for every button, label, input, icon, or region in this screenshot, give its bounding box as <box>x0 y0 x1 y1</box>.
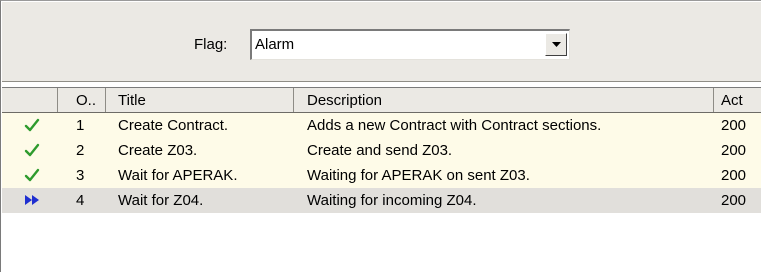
cell-order: 3 <box>76 167 85 184</box>
check-icon <box>24 118 40 132</box>
flag-dropdown[interactable]: Alarm <box>250 29 570 60</box>
fast-forward-icon <box>25 195 39 205</box>
table-row[interactable]: 1 Create Contract. Adds a new Contract wit… <box>2 113 761 138</box>
cell-order: 4 <box>76 192 85 209</box>
chevron-down-icon <box>552 42 561 47</box>
task-window: Flag: Alarm O.. Title Description Act 1 C… <box>0 0 761 274</box>
column-header-act[interactable]: Act <box>714 88 761 112</box>
grid-header: O.. Title Description Act <box>2 88 761 113</box>
cell-title: Create Contract. <box>118 117 229 134</box>
table-row[interactable]: 2 Create Z03. Create and send Z03. 200 <box>2 138 761 163</box>
cell-act: 200 <box>721 192 747 209</box>
table-row[interactable]: 3 Wait for APERAK. Waiting for APERAK on s… <box>2 163 761 188</box>
flag-dropdown-value: Alarm <box>255 36 295 53</box>
column-header-order[interactable]: O.. <box>58 88 106 112</box>
cell-description: Waiting for incoming Z04. <box>307 192 477 209</box>
dropdown-button[interactable] <box>545 33 567 56</box>
cell-order: 1 <box>76 117 85 134</box>
check-icon <box>24 143 40 157</box>
cell-title: Wait for Z04. <box>118 192 204 209</box>
table-row[interactable]: 4 Wait for Z04. Waiting for incoming Z04. 2… <box>2 188 761 213</box>
column-header-description[interactable]: Description <box>294 88 714 112</box>
cell-act: 200 <box>721 142 747 159</box>
cell-title: Wait for APERAK. <box>118 167 238 184</box>
cell-description: Waiting for APERAK on sent Z03. <box>307 167 530 184</box>
column-header-status[interactable] <box>2 88 58 112</box>
cell-description: Adds a new Contract with Contract sectio… <box>307 117 602 134</box>
cell-title: Create Z03. <box>118 142 198 159</box>
check-icon <box>24 168 40 182</box>
cell-act: 200 <box>721 167 747 184</box>
cell-act: 200 <box>721 117 747 134</box>
task-grid: O.. Title Description Act 1 Create Contra… <box>2 87 761 274</box>
column-header-title[interactable]: Title <box>106 88 294 112</box>
filter-panel: Flag: Alarm <box>2 2 761 82</box>
flag-label: Flag: <box>194 36 228 53</box>
cell-description: Create and send Z03. <box>307 142 453 159</box>
cell-order: 2 <box>76 142 85 159</box>
